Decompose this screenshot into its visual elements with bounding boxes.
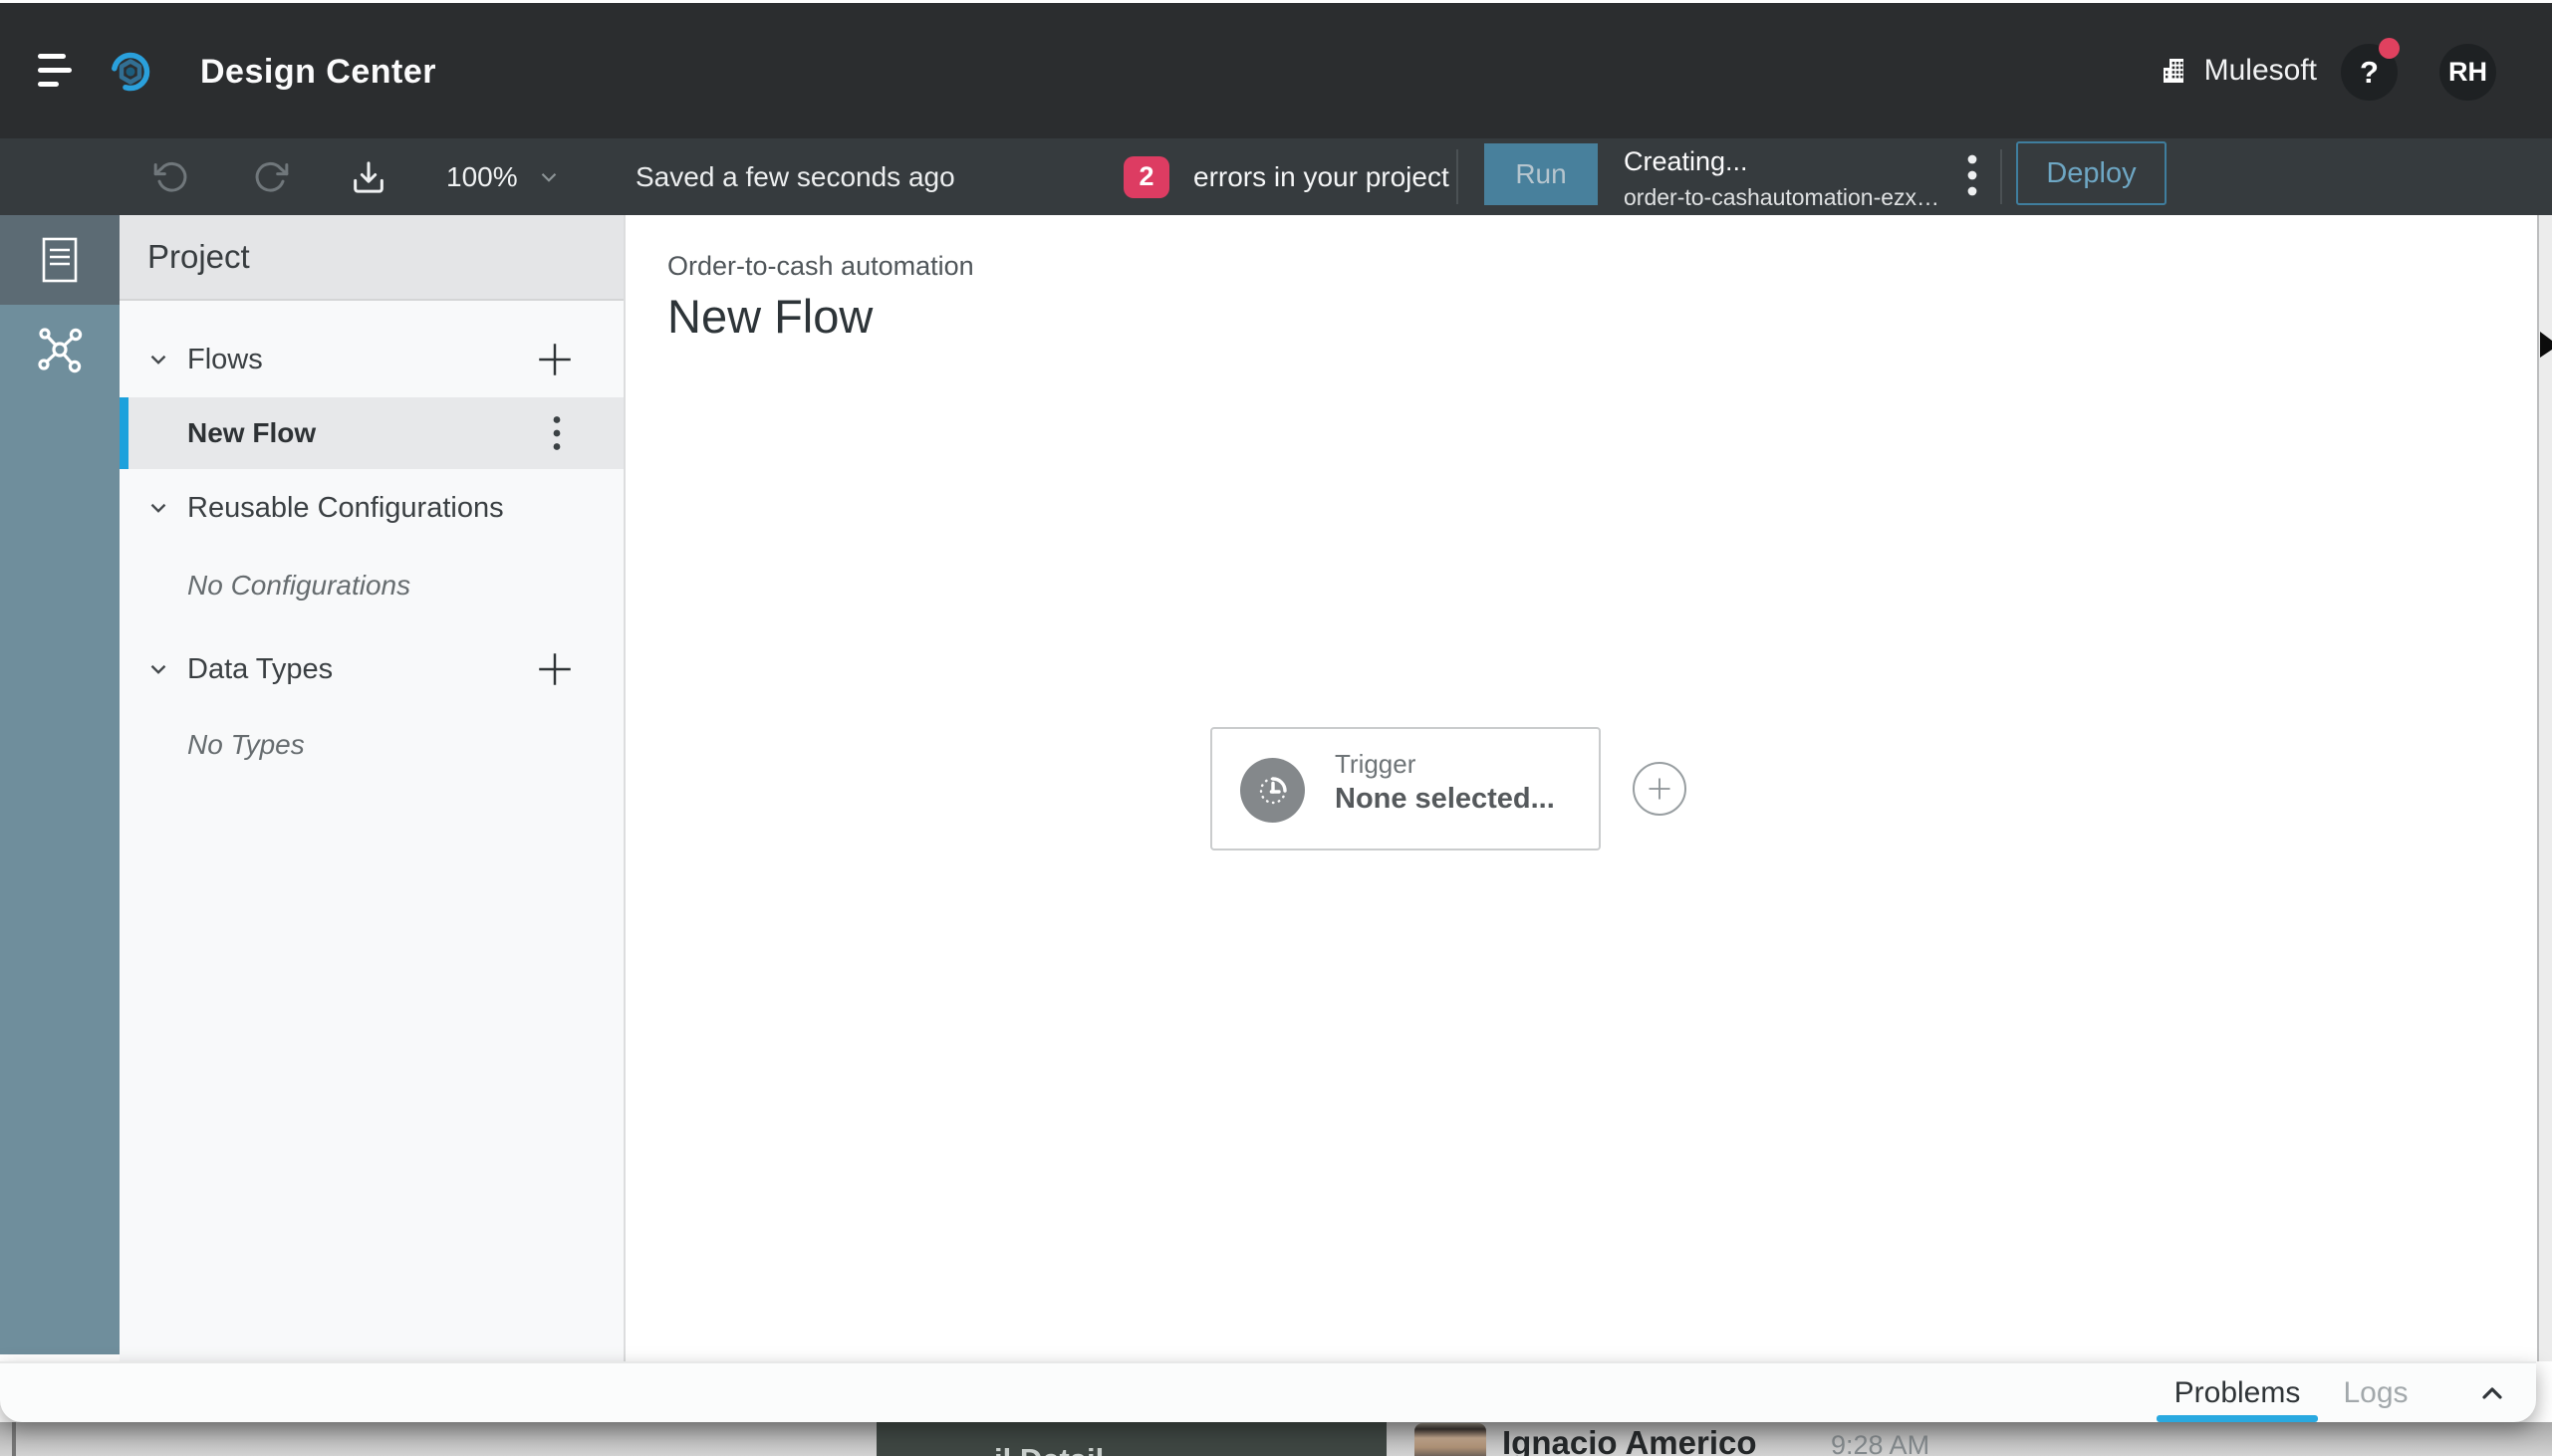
document-icon <box>37 235 83 285</box>
window-top-edge <box>0 0 2552 3</box>
error-count-badge: 2 <box>1124 156 1169 198</box>
save-status: Saved a few seconds ago <box>636 138 955 215</box>
add-step-button[interactable] <box>1633 762 1686 816</box>
section-flows[interactable]: Flows <box>120 324 624 395</box>
trigger-value: None selected... <box>1335 783 1555 816</box>
background-window-edge <box>12 1422 16 1456</box>
flow-title: New Flow <box>667 289 873 344</box>
user-avatar[interactable]: RH <box>2439 44 2496 101</box>
chevron-down-icon <box>536 164 562 190</box>
design-center-logo-icon[interactable] <box>108 49 153 95</box>
background-chat-avatar <box>1414 1423 1486 1456</box>
undo-button[interactable] <box>151 157 191 197</box>
app-header: Design Center Mulesoft ? RH <box>0 3 2552 138</box>
org-name: Mulesoft <box>2204 54 2317 88</box>
flow-item-menu-button[interactable] <box>542 409 572 457</box>
tab-problems[interactable]: Problems <box>2157 1363 2318 1422</box>
add-flow-button[interactable] <box>534 339 576 380</box>
rail-item-specification[interactable] <box>0 215 120 305</box>
clock-trigger-icon <box>1240 758 1305 823</box>
background-desktop: il Detail Ignacio Americo 9:28 AM <box>0 1422 2552 1456</box>
expand-panel-button[interactable] <box>2468 1371 2516 1415</box>
breadcrumb[interactable]: Order-to-cash automation <box>667 251 974 282</box>
page-title: Design Center <box>200 53 436 92</box>
more-options-button[interactable] <box>1954 146 1990 204</box>
zoom-level: 100% <box>446 161 518 193</box>
export-download-button[interactable] <box>349 157 388 197</box>
background-chat-time: 9:28 AM <box>1831 1430 1929 1456</box>
flow-toolbar: 100% Saved a few seconds ago 2 errors in… <box>0 138 2552 215</box>
tab-logs[interactable]: Logs <box>2331 1363 2421 1422</box>
deploy-button[interactable]: Deploy <box>2016 141 2167 205</box>
background-dark-window: il Detail <box>877 1422 1387 1456</box>
mouse-cursor <box>2539 332 2552 358</box>
selected-indicator <box>120 397 128 469</box>
empty-configurations-note: No Configurations <box>187 570 410 602</box>
redo-button[interactable] <box>251 157 291 197</box>
section-label: Flows <box>187 344 263 376</box>
chevron-down-icon[interactable] <box>145 656 171 682</box>
background-window-label: il Detail <box>994 1442 1104 1456</box>
section-label: Data Types <box>187 653 333 686</box>
rail-item-flow-designer[interactable] <box>0 305 120 394</box>
deploy-status: Creating... order-to-cashautomation-ezxg… <box>1624 146 1952 211</box>
status-bar: Problems Logs <box>0 1361 2536 1422</box>
section-label: Reusable Configurations <box>187 492 504 525</box>
notification-dot <box>2379 38 2400 59</box>
section-reusable-configurations[interactable]: Reusable Configurations <box>120 472 624 544</box>
org-switcher[interactable]: Mulesoft <box>2159 3 2317 138</box>
flow-canvas: Order-to-cash automation New Flow Trigge… <box>628 215 2552 1361</box>
design-center-app: il Detail Ignacio Americo 9:28 AM Design… <box>0 0 2552 1456</box>
flow-item-new-flow[interactable]: New Flow <box>120 397 624 469</box>
tool-rail <box>0 215 120 1354</box>
background-chat-name: Ignacio Americo <box>1502 1424 1757 1456</box>
active-tab-indicator <box>2157 1415 2318 1422</box>
error-indicator[interactable]: 2 errors in your project <box>1124 138 1449 215</box>
hamburger-menu-button[interactable] <box>36 50 84 94</box>
run-button[interactable]: Run <box>1484 143 1598 205</box>
flow-item-label: New Flow <box>187 417 316 449</box>
chevron-down-icon[interactable] <box>145 495 171 521</box>
trigger-card[interactable]: Trigger None selected... <box>1210 727 1601 850</box>
project-explorer: Project Flows New Flow <box>120 215 626 1361</box>
flow-network-icon <box>33 323 87 376</box>
chevron-down-icon[interactable] <box>145 347 171 372</box>
zoom-control[interactable]: 100% <box>446 138 562 215</box>
add-data-type-button[interactable] <box>534 648 576 690</box>
building-icon <box>2159 55 2190 87</box>
project-panel-title: Project <box>120 215 624 301</box>
deploy-status-subtitle: order-to-cashautomation-ezxg... <box>1624 184 1942 211</box>
error-label: errors in your project <box>1193 161 1449 193</box>
empty-types-note: No Types <box>187 729 305 761</box>
trigger-label: Trigger <box>1335 749 1415 780</box>
toolbar-divider <box>1456 149 1458 204</box>
deploy-status-title: Creating... <box>1624 146 1952 177</box>
toolbar-divider <box>2000 149 2002 204</box>
section-data-types[interactable]: Data Types <box>120 633 624 705</box>
